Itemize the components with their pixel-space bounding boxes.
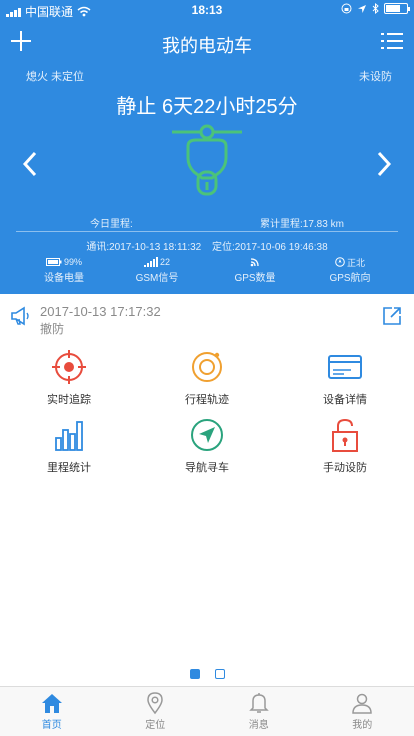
navigate-to-vehicle-button[interactable]: 导航寻车	[138, 416, 276, 486]
next-vehicle-arrow-icon[interactable]	[374, 150, 394, 178]
ignition-location-status: 熄火 未定位	[26, 71, 85, 83]
page-indicator	[0, 669, 414, 679]
device-stats: 99% 设备电量 22 GSM信号 GPS数量 正北 GPS航向	[0, 256, 414, 286]
device-details-button[interactable]: 设备详情	[276, 348, 414, 418]
divider	[16, 231, 398, 232]
location-icon	[147, 692, 164, 715]
lock-rotation-icon	[341, 3, 352, 14]
trip-track-button[interactable]: 行程轨迹	[138, 348, 276, 418]
today-mileage: 今日里程:	[90, 219, 133, 230]
external-link-icon[interactable]	[382, 306, 402, 326]
heading-stat: 正北 GPS航向	[329, 257, 371, 284]
track-icon	[192, 352, 222, 382]
communication-time: 通讯:2017-10-13 18:11:32	[86, 242, 202, 253]
mileage-stats-button[interactable]: 里程统计	[0, 416, 138, 486]
list-menu-icon[interactable]	[380, 30, 404, 52]
vehicle-status-panel: 中国联通 18:13 我的电动车 熄火 未定位 未设防 静止 6天22小时25分	[0, 0, 414, 294]
navigation-icon	[191, 419, 223, 451]
compass-icon	[335, 257, 345, 267]
lock-icon	[332, 418, 358, 452]
location-arrow-icon	[358, 4, 366, 13]
gps-count-stat: GPS数量	[220, 256, 290, 284]
status-bar: 中国联通 18:13	[0, 0, 414, 20]
defense-status: 未设防	[359, 71, 392, 83]
grid-label: 导航寻车	[185, 462, 229, 474]
battery-icon	[384, 3, 410, 14]
tab-bar: 首页 定位 消息 我的	[0, 686, 414, 736]
scooter-icon	[172, 124, 242, 196]
tab-messages[interactable]: 消息	[207, 687, 311, 736]
total-mileage: 累计里程:17.83 km	[260, 219, 344, 230]
latest-alert-row[interactable]: 2017-10-13 17:17:32 撤防	[0, 294, 414, 344]
nav-bar: 我的电动车	[0, 22, 414, 62]
grid-label: 里程统计	[47, 462, 91, 474]
battery-stat: 99% 设备电量	[44, 257, 84, 284]
motion-state-duration: 静止 6天22小时25分	[116, 96, 298, 118]
gps-satellite-icon	[250, 258, 259, 267]
alert-state: 撤防	[40, 322, 65, 336]
bluetooth-icon	[372, 3, 379, 14]
home-icon	[41, 694, 62, 713]
gsm-stat: 22 GSM信号	[135, 257, 179, 284]
tab-profile[interactable]: 我的	[311, 687, 414, 736]
realtime-tracking-button[interactable]: 实时追踪	[0, 348, 138, 418]
home-screen: 中国联通 18:13 我的电动车 熄火 未定位 未设防 静止 6天22小时25分	[0, 0, 414, 736]
grid-label: 行程轨迹	[185, 394, 229, 406]
user-icon	[352, 693, 373, 714]
tab-home[interactable]: 首页	[0, 687, 104, 736]
previous-vehicle-arrow-icon[interactable]	[20, 150, 40, 178]
grid-label: 手动设防	[323, 462, 367, 474]
alert-date: 2017-10-13 17:17:32	[40, 304, 161, 319]
target-icon	[52, 350, 86, 384]
grid-label: 实时追踪	[47, 394, 91, 406]
manual-arm-button[interactable]: 手动设防	[276, 416, 414, 486]
megaphone-icon	[11, 306, 29, 326]
grid-label: 设备详情	[323, 394, 367, 406]
page-dot-1[interactable]	[189, 669, 200, 679]
tab-location[interactable]: 定位	[104, 687, 208, 736]
location-time: 定位:2017-10-06 19:46:38	[212, 242, 328, 253]
page-title: 我的电动车	[162, 36, 252, 56]
bell-icon	[248, 693, 269, 713]
bar-chart-icon	[55, 421, 83, 451]
page-dot-2[interactable]	[214, 669, 225, 679]
time-row: 通讯:2017-10-13 18:11:32 定位:2017-10-06 19:…	[0, 238, 414, 253]
battery-level-icon	[45, 258, 62, 266]
gsm-signal-icon	[143, 257, 158, 267]
card-icon	[328, 355, 362, 379]
